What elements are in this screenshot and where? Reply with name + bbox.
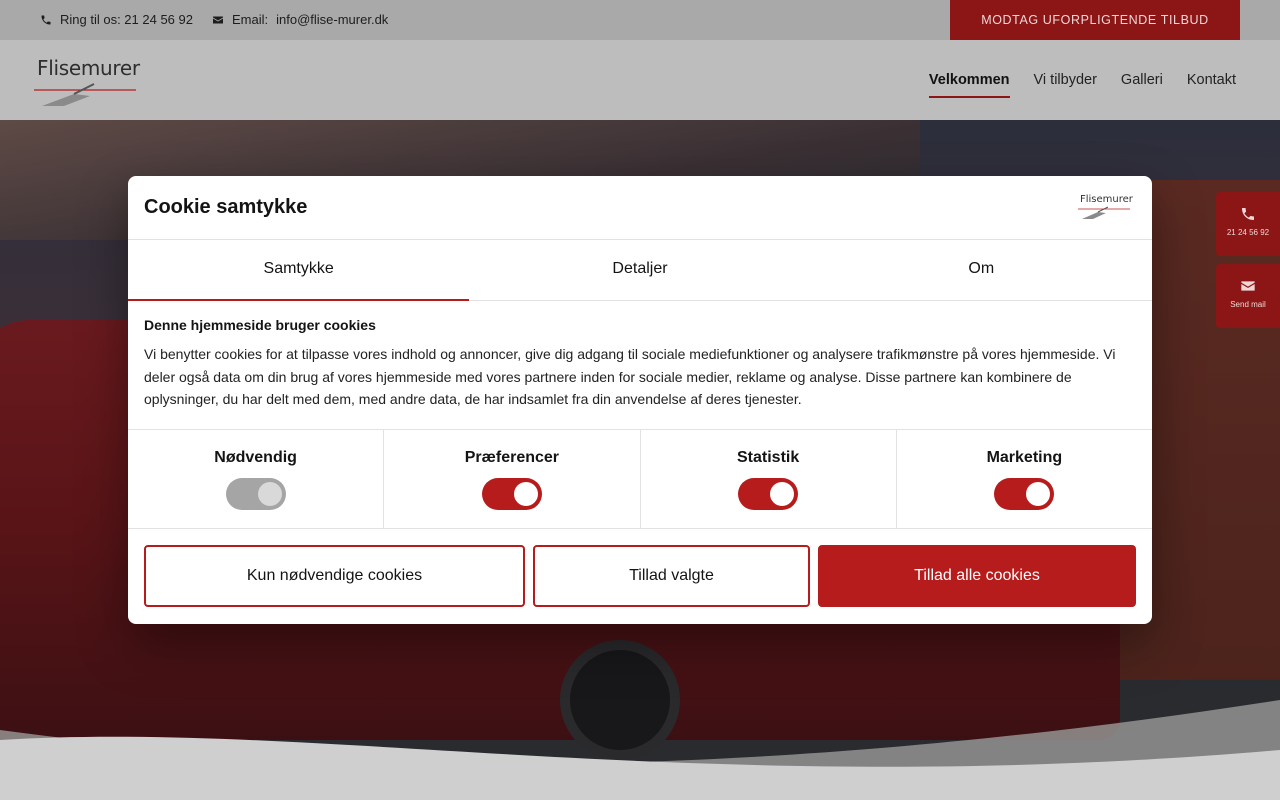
- side-mail-button[interactable]: Send mail: [1216, 264, 1280, 328]
- toggle-knob: [1026, 482, 1051, 506]
- toggle-knob: [770, 482, 795, 506]
- site-logo[interactable]: Flisemurer: [34, 56, 140, 108]
- toggle-marketing[interactable]: [994, 478, 1055, 510]
- tab-om[interactable]: Om: [811, 240, 1152, 300]
- phone-text: Ring til os: 21 24 56 92: [60, 12, 193, 27]
- top-info-bar: Ring til os: 21 24 56 92 Email: info@fli…: [0, 0, 1280, 40]
- trowel-icon: [34, 83, 136, 106]
- category-label: Nødvendig: [214, 449, 297, 466]
- nav-velkommen[interactable]: Velkommen: [928, 72, 1010, 98]
- allow-all-button[interactable]: Tillad alle cookies: [818, 545, 1136, 607]
- cookie-logo-text: Flisemurer: [1080, 194, 1133, 205]
- cookie-description: Denne hjemmeside bruger cookies Vi benyt…: [128, 301, 1152, 430]
- email-info[interactable]: Email: info@flise-murer.dk: [212, 12, 388, 27]
- cookie-heading: Denne hjemmeside bruger cookies: [144, 317, 376, 333]
- email-prefix: Email:: [232, 12, 269, 27]
- side-mail-label: Send mail: [1230, 300, 1266, 309]
- cookie-categories: Nødvendig Præferencer Statistik Marketin…: [128, 430, 1152, 529]
- nav-vi-tilbyder[interactable]: Vi tilbyder: [1034, 72, 1097, 98]
- category-statistik: Statistik: [641, 430, 897, 528]
- toggle-praeferencer[interactable]: [481, 478, 542, 510]
- necessary-cookies-button[interactable]: Kun nødvendige cookies: [144, 545, 525, 607]
- email-link[interactable]: info@flise-murer.dk: [276, 12, 388, 27]
- category-nodvendig: Nødvendig: [128, 430, 385, 528]
- category-label: Statistik: [737, 449, 800, 466]
- toggle-statistik[interactable]: [738, 478, 799, 510]
- phone-icon: [41, 15, 51, 24]
- tab-samtykke[interactable]: Samtykke: [128, 240, 470, 301]
- tab-detaljer[interactable]: Detaljer: [469, 240, 810, 300]
- phone-info[interactable]: Ring til os: 21 24 56 92: [40, 12, 193, 27]
- side-call-button[interactable]: 21 24 56 92: [1216, 192, 1280, 256]
- allow-selected-button[interactable]: Tillad valgte: [533, 545, 810, 607]
- phone-icon: [1242, 208, 1254, 220]
- cookie-dialog-logo: Flisemurer: [1078, 194, 1133, 222]
- cookie-tabs: Samtykke Detaljer Om: [128, 240, 1152, 301]
- logo-text: Flisemurer: [37, 56, 140, 80]
- category-label: Præferencer: [464, 449, 560, 466]
- hero-wave: [0, 700, 1280, 800]
- cookie-text: Vi benytter cookies for at tilpasse vore…: [144, 346, 1116, 407]
- envelope-icon: [1241, 281, 1255, 291]
- category-label: Marketing: [986, 449, 1063, 466]
- nav-kontakt[interactable]: Kontakt: [1187, 72, 1236, 98]
- cookie-buttons: Kun nødvendige cookies Tillad valgte Til…: [128, 529, 1152, 623]
- quote-button[interactable]: MODTAG UFORPLIGTENDE TILBUD: [950, 0, 1240, 40]
- toggle-knob: [257, 482, 282, 506]
- cookie-dialog-header: Cookie samtykke Flisemurer: [128, 176, 1152, 240]
- side-call-label: 21 24 56 92: [1226, 228, 1270, 237]
- nav-galleri[interactable]: Galleri: [1121, 72, 1163, 98]
- toggle-knob: [513, 482, 538, 506]
- category-marketing: Marketing: [897, 430, 1152, 528]
- toggle-nodvendig: [225, 478, 286, 510]
- cookie-dialog-title: Cookie samtykke: [144, 196, 308, 218]
- main-nav: Velkommen Vi tilbyder Galleri Kontakt: [928, 72, 1236, 98]
- category-praeferencer: Præferencer: [384, 430, 641, 528]
- envelope-icon: [213, 16, 223, 23]
- trowel-icon: [1078, 206, 1130, 219]
- cookie-dialog: Cookie samtykke Flisemurer Samtykke Deta…: [128, 176, 1152, 624]
